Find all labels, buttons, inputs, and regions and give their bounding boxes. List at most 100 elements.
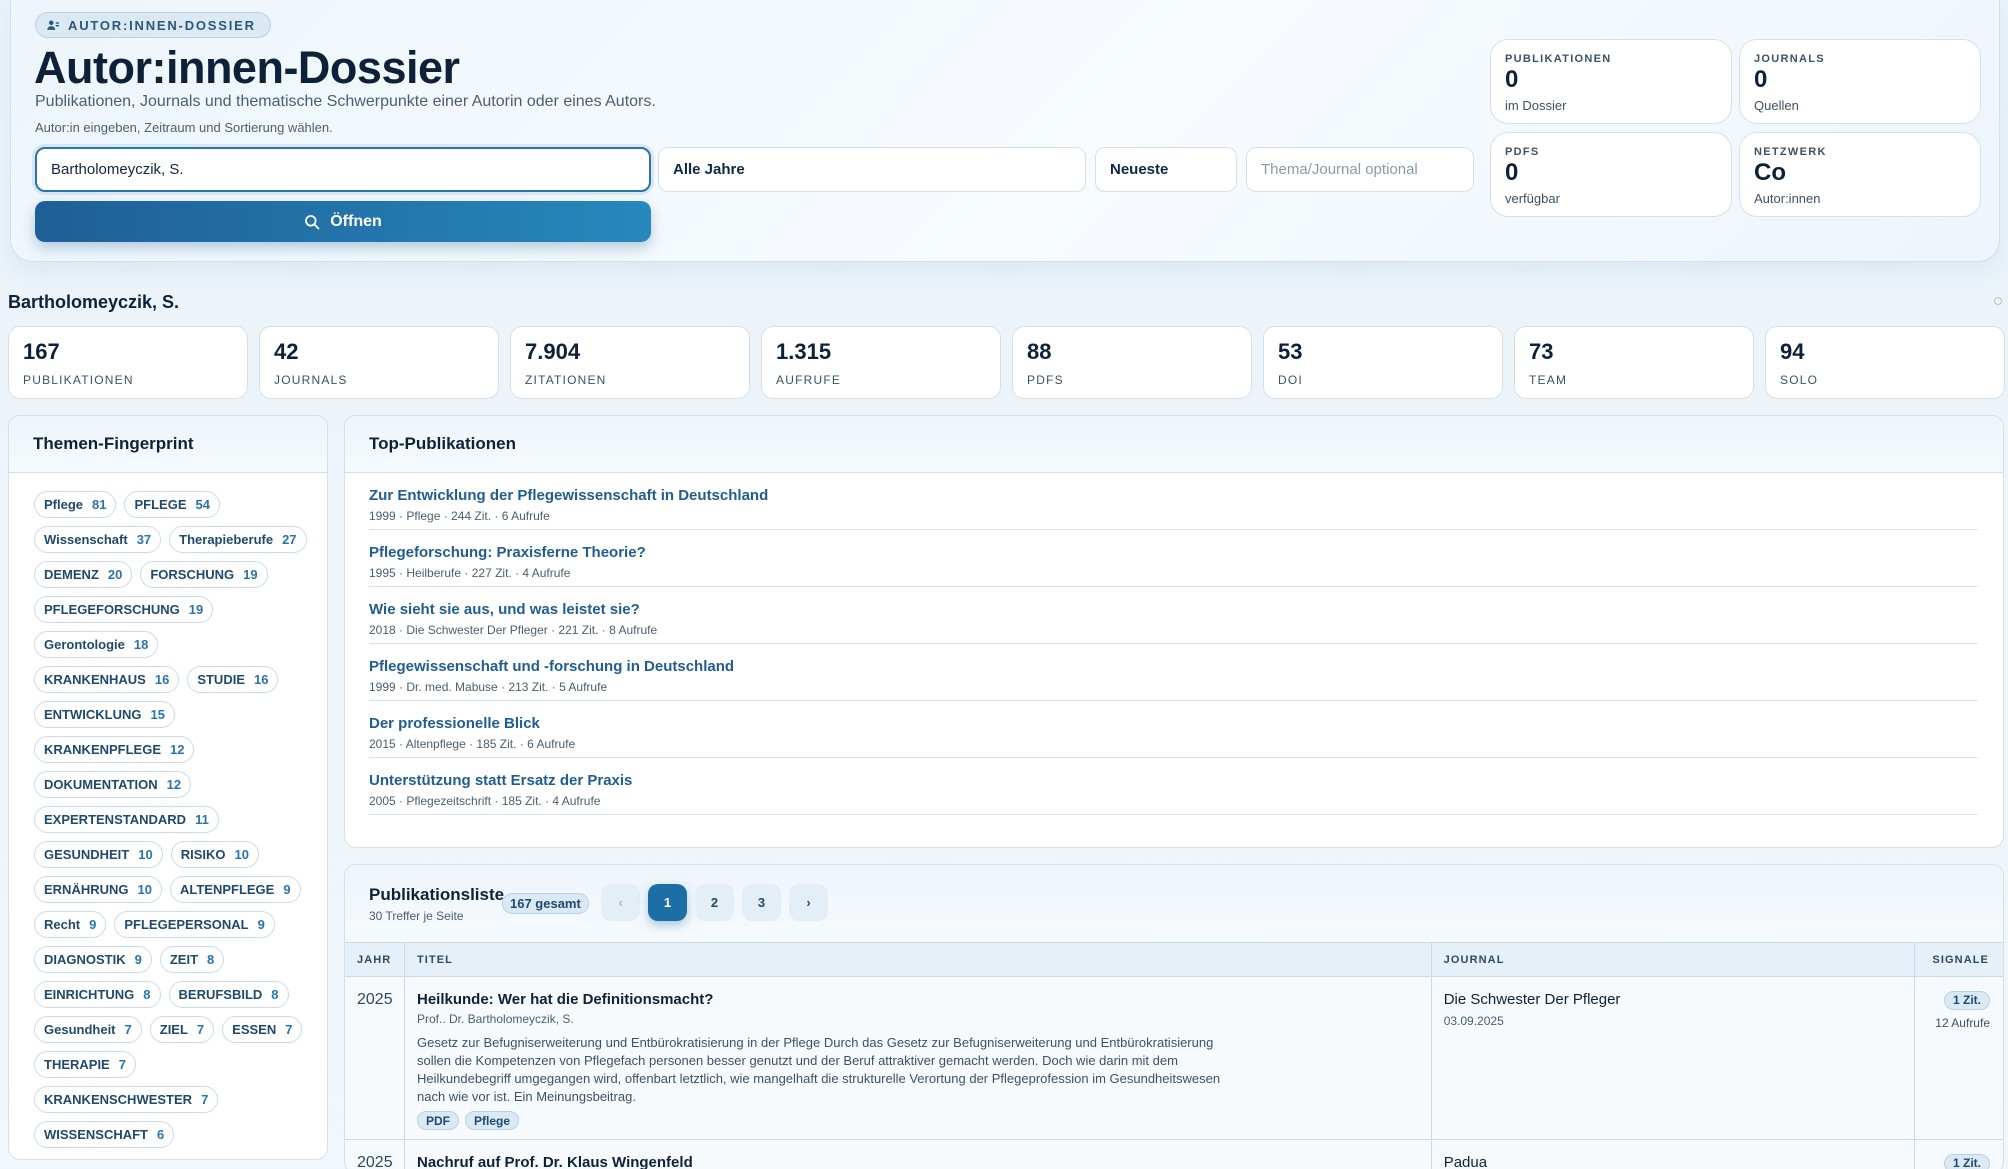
top-publication-link[interactable]: Wie sieht sie aus, und was leistet sie? (369, 601, 1978, 618)
theme-chip[interactable]: EINRICHTUNG 8 (34, 981, 161, 1008)
theme-chip[interactable]: BERUFSBILD 8 (168, 981, 289, 1008)
theme-chip[interactable]: GESUNDHEIT 10 (34, 841, 163, 868)
top-publication-item: Der professionelle Blick 2015 · Altenpfle… (369, 701, 1978, 758)
kpi-value: 0 (1505, 159, 1519, 186)
theme-chip-label: KRANKENSCHWESTER (44, 1092, 193, 1107)
theme-chip[interactable]: ALTENPFLEGE 9 (169, 876, 301, 903)
theme-chip-label: KRANKENPFLEGE (44, 742, 162, 757)
kpi-label: JOURNALS (1754, 53, 1825, 65)
theme-chip-label: BERUFSBILD (178, 987, 263, 1002)
theme-chip[interactable]: KRANKENHAUS 16 (34, 666, 180, 693)
row-signals-cell: 1 Zit. (1915, 1140, 2003, 1169)
open-button-label: Öffnen (330, 212, 382, 230)
theme-chip[interactable]: FORSCHUNG 19 (140, 561, 268, 588)
theme-chip[interactable]: DOKUMENTATION 12 (34, 771, 192, 798)
theme-chip-count: 16 (154, 672, 170, 687)
theme-chip-count: 7 (118, 1057, 126, 1072)
row-title[interactable]: Heilkunde: Wer hat die Definitionsmacht? (417, 991, 1419, 1008)
theme-chip[interactable]: ESSEN 7 (222, 1016, 303, 1043)
theme-chip[interactable]: Gesundheit 7 (34, 1016, 142, 1043)
top-publication-link[interactable]: Zur Entwicklung der Pflegewissenschaft i… (369, 487, 1978, 504)
theme-chip[interactable]: PFLEGE 54 (124, 491, 220, 518)
page-button-3[interactable]: 3 (742, 884, 781, 921)
theme-chip[interactable]: EXPERTENSTANDARD 11 (34, 806, 219, 833)
theme-chip[interactable]: RISIKO 10 (170, 841, 259, 868)
theme-chip-label: DEMENZ (44, 567, 99, 582)
theme-chip[interactable]: DIAGNOSTIK 9 (34, 946, 152, 973)
topic-filter-input[interactable] (1261, 161, 1459, 178)
tag-topic[interactable]: Pflege (465, 1111, 520, 1130)
theme-chip-count: 37 (136, 532, 152, 547)
prev-page-button[interactable]: ‹ (601, 884, 640, 921)
row-journal-cell: Padua (1432, 1140, 1916, 1169)
column-header-journal[interactable]: JOURNAL (1432, 943, 1916, 976)
theme-chip[interactable]: DEMENZ 20 (34, 561, 133, 588)
page-button-1[interactable]: 1 (648, 884, 687, 921)
theme-chip-count: 10 (138, 847, 153, 862)
row-signals-cell: 1 Zit. 12 Aufrufe (1915, 977, 2003, 1139)
year-range-select[interactable]: Alle Jahre (658, 147, 1086, 192)
theme-chip-count: 7 (196, 1022, 205, 1037)
stat-label: JOURNALS (274, 373, 348, 387)
theme-chip-count: 8 (143, 987, 151, 1002)
theme-chip-count: 54 (195, 497, 210, 512)
theme-chip[interactable]: PFLEGEFORSCHUNG 19 (34, 596, 214, 623)
table-row[interactable]: 2025 Heilkunde: Wer hat die Definitionsm… (345, 977, 2003, 1140)
top-publication-link[interactable]: Pflegewissenschaft und -forschung in Deu… (369, 658, 1978, 675)
theme-chip-count: 19 (188, 602, 204, 617)
row-title-cell: Heilkunde: Wer hat die Definitionsmacht?… (405, 977, 1432, 1139)
theme-chip-count: 81 (92, 497, 107, 512)
theme-chip[interactable]: THERAPIE 7 (34, 1051, 136, 1078)
form-hint: Autor:in eingeben, Zeitraum und Sortieru… (35, 120, 333, 135)
theme-chip[interactable]: KRANKENSCHWESTER 7 (34, 1086, 219, 1113)
author-input[interactable] (51, 161, 635, 178)
top-publications-panel: Top-Publikationen Zur Entwicklung der Pf… (344, 415, 2004, 848)
sort-select[interactable]: Neueste (1095, 147, 1237, 192)
theme-chip-count: 9 (134, 952, 142, 967)
theme-chip-count: 8 (207, 952, 215, 967)
theme-chip[interactable]: STUDIE 16 (187, 666, 279, 693)
kpi-label: PUBLIKATIONEN (1505, 53, 1612, 65)
top-publication-link[interactable]: Unterstützung statt Ersatz der Praxis (369, 772, 1978, 789)
page-button-2[interactable]: 2 (695, 884, 734, 921)
publication-list-panel: Publikationsliste 30 Treffer je Seite 16… (344, 864, 2004, 1169)
top-publication-link[interactable]: Pflegeforschung: Praxisferne Theorie? (369, 544, 1978, 561)
table-row[interactable]: 2025 Nachruf auf Prof. Dr. Klaus Wingenf… (345, 1140, 2003, 1169)
theme-chip[interactable]: KRANKENPFLEGE 12 (34, 736, 195, 763)
status-dot-icon (1994, 297, 2002, 305)
theme-chip[interactable]: PFLEGEPERSONAL 9 (114, 911, 275, 938)
tag-pdf[interactable]: PDF (417, 1111, 459, 1130)
stat-views: 1.315 AUFRUFE (761, 326, 1001, 399)
theme-chip[interactable]: ZIEL 7 (149, 1016, 215, 1043)
stat-value: 167 (23, 339, 60, 364)
theme-chip-count: 12 (166, 777, 182, 792)
theme-chip[interactable]: Therapieberufe 27 (169, 526, 307, 553)
theme-chip[interactable]: ZEIT 8 (159, 946, 225, 973)
theme-chip-label: EINRICHTUNG (44, 987, 135, 1002)
top-publication-meta: 1995 · Heilberufe · 227 Zit. · 4 Aufrufe (369, 566, 571, 580)
theme-chip[interactable]: ENTWICKLUNG 15 (34, 701, 175, 728)
theme-chip-count: 12 (170, 742, 185, 757)
column-header-signals[interactable]: SIGNALE (1915, 943, 2003, 976)
next-page-button[interactable]: › (789, 884, 828, 921)
theme-chip[interactable]: Pflege 81 (34, 491, 117, 518)
theme-chip[interactable]: WISSENSCHAFT 6 (34, 1121, 175, 1148)
row-title-cell: Nachruf auf Prof. Dr. Klaus Wingenfeld (405, 1140, 1432, 1169)
kpi-label: NETZWERK (1754, 146, 1827, 158)
column-header-year[interactable]: JAHR (345, 943, 405, 976)
theme-chip[interactable]: ERNÄHRUNG 10 (34, 876, 162, 903)
top-publication-link[interactable]: Der professionelle Blick (369, 715, 1978, 732)
topic-filter-wrapper (1246, 147, 1474, 192)
stat-citations: 7.904 ZITATIONEN (510, 326, 750, 399)
open-button[interactable]: Öffnen (35, 201, 651, 242)
column-header-title[interactable]: TITEL (405, 943, 1432, 976)
theme-chip-count: 16 (253, 672, 269, 687)
theme-chip[interactable]: Recht 9 (34, 911, 107, 938)
top-publication-item: Unterstützung statt Ersatz der Praxis 200… (369, 758, 1978, 815)
theme-chip[interactable]: Gerontologie 18 (34, 631, 159, 658)
theme-chip-count: 6 (157, 1127, 165, 1142)
theme-chip-label: PFLEGEFORSCHUNG (44, 602, 180, 617)
theme-chip[interactable]: Wissenschaft 37 (34, 526, 162, 553)
row-title[interactable]: Nachruf auf Prof. Dr. Klaus Wingenfeld (417, 1154, 1419, 1169)
top-publications-title: Top-Publikationen (345, 416, 2003, 473)
